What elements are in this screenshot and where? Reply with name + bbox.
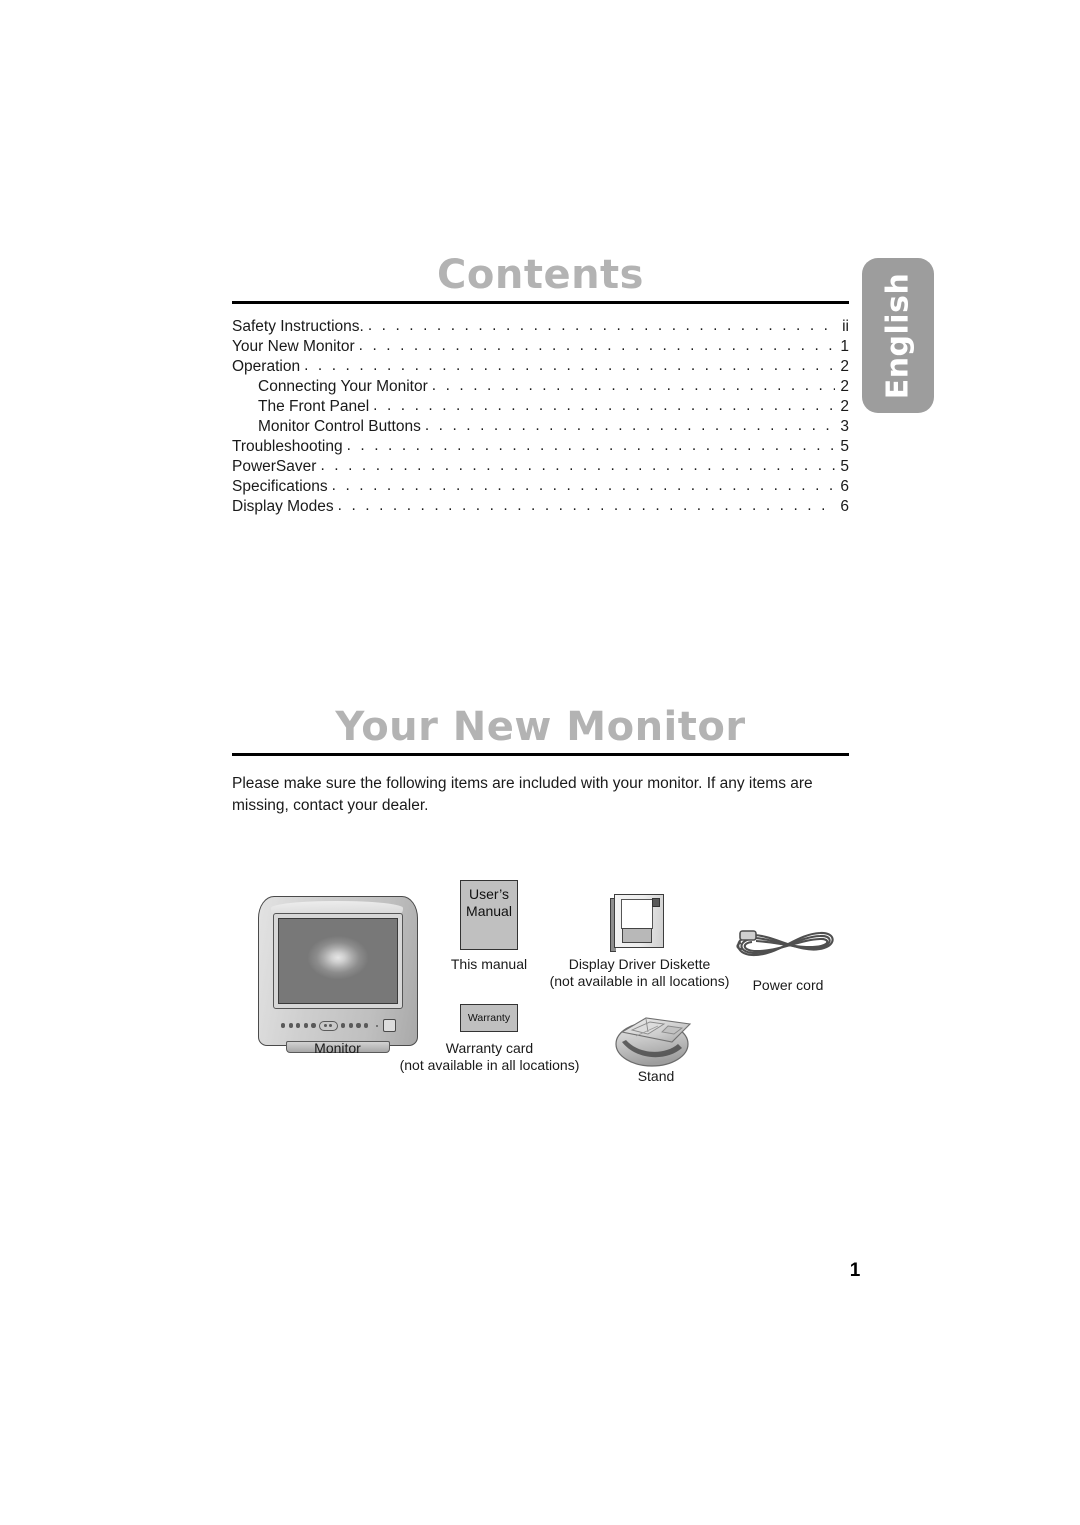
table-of-contents: Safety Instructions.. . . . . . . . . . … <box>232 317 849 517</box>
toc-entry-page-number: 6 <box>840 478 849 495</box>
control-button-dot <box>348 1023 354 1028</box>
toc-entry[interactable]: Connecting Your Monitor. . . . . . . . .… <box>232 377 849 397</box>
monitor-screen <box>278 918 398 1004</box>
toc-leader-dots: . . . . . . . . . . . . . . . . . . . . … <box>346 437 835 454</box>
toc-leader-dots: . . . . . . . . . . . . . . . . . . . . … <box>304 357 835 374</box>
caption-diskette-line-2: (not available in all locations) <box>549 973 730 989</box>
control-button-dot <box>356 1023 361 1028</box>
toc-leader-dots: . . . . . . . . . . . . . . . . . . . . … <box>337 497 835 514</box>
toc-entry-page-number: 2 <box>840 378 849 395</box>
caption-stand: Stand <box>637 1068 675 1084</box>
toc-entry-label: Monitor Control Buttons <box>258 418 421 435</box>
manual-page: English Contents Safety Instructions.. .… <box>0 0 1080 1525</box>
diskette-body <box>614 894 664 948</box>
manual-cover-line-2: Manual <box>466 903 512 919</box>
toc-entry[interactable]: PowerSaver. . . . . . . . . . . . . . . … <box>232 457 849 477</box>
toc-entry[interactable]: Specifications. . . . . . . . . . . . . … <box>232 477 849 497</box>
stand-illustration <box>602 1002 710 1076</box>
toc-leader-dots: . . . . . . . . . . . . . . . . . . . . … <box>320 457 835 474</box>
language-tab-label: English <box>880 272 916 399</box>
monitor-stand-icon <box>615 1017 692 1067</box>
toc-leader-dots: . . . . . . . . . . . . . . . . . . . . … <box>424 417 835 434</box>
diskette-write-protect-notch <box>652 898 660 907</box>
included-items-figure: Monitor User’s Manual This manual Warran… <box>232 872 852 1112</box>
monitor-control-buttons <box>281 1019 399 1032</box>
control-button-dot <box>311 1023 316 1028</box>
toc-entry-label: Troubleshooting <box>232 438 343 455</box>
caption-this-manual: This manual <box>450 956 528 972</box>
caption-diskette-line-1: Display Driver Diskette <box>568 956 711 972</box>
toc-entry-page-number: 2 <box>840 358 849 375</box>
control-separator-dot <box>375 1024 378 1027</box>
caption-warranty-line-2: (not available in all locations) <box>399 1057 580 1073</box>
warranty-card-illustration: Warranty <box>460 1004 518 1032</box>
diskette-shutter <box>622 928 652 943</box>
caption-warranty-line-1: Warranty card <box>445 1040 534 1056</box>
control-button-dot <box>303 1023 308 1028</box>
toc-leader-dots: . . . . . . . . . . . . . . . . . . . . … <box>373 397 835 414</box>
monitor-chassis <box>258 896 418 1046</box>
toc-entry-page-number: 6 <box>840 498 849 515</box>
toc-entry-page-number: 2 <box>840 398 849 415</box>
toc-entry-page-number: 3 <box>840 418 849 435</box>
power-button-icon <box>382 1019 396 1032</box>
users-manual-illustration: User’s Manual <box>460 880 518 950</box>
contents-heading-rule <box>232 301 849 304</box>
monitor-bezel <box>273 913 403 1009</box>
control-button-oval <box>318 1020 338 1031</box>
caption-warranty-card: Warranty card (not available in all loca… <box>397 1040 582 1074</box>
contents-heading: Contents <box>437 252 644 298</box>
intro-paragraph: Please make sure the following items are… <box>232 775 813 814</box>
your-new-monitor-heading-rule <box>232 753 849 756</box>
toc-entry-page-number: 5 <box>840 438 849 455</box>
toc-entry-page-number: 5 <box>840 458 849 475</box>
toc-entry[interactable]: Safety Instructions.. . . . . . . . . . … <box>232 317 849 337</box>
toc-entry-label: Safety Instructions. <box>232 318 364 335</box>
your-new-monitor-heading: Your New Monitor <box>335 704 746 750</box>
control-button-dot <box>288 1023 293 1028</box>
toc-entry[interactable]: Monitor Control Buttons. . . . . . . . .… <box>232 417 849 437</box>
toc-entry-label: The Front Panel <box>258 398 370 415</box>
toc-entry-label: Operation <box>232 358 301 375</box>
power-cord-icon <box>736 930 834 957</box>
caption-display-driver-diskette: Display Driver Diskette (not available i… <box>547 956 732 990</box>
toc-entry-label: Specifications <box>232 478 328 495</box>
toc-entry[interactable]: Troubleshooting. . . . . . . . . . . . .… <box>232 437 849 457</box>
toc-leader-dots: . . . . . . . . . . . . . . . . . . . . … <box>358 337 835 354</box>
power-cord-illustration <box>732 922 842 968</box>
page-number: 1 <box>849 1260 861 1281</box>
toc-entry-label: Connecting Your Monitor <box>258 378 428 395</box>
toc-entry[interactable]: The Front Panel. . . . . . . . . . . . .… <box>232 397 849 417</box>
control-button-dot <box>296 1023 301 1028</box>
control-button-dot <box>281 1023 286 1028</box>
warranty-card-label: Warranty <box>467 1012 511 1024</box>
caption-power-cord: Power cord <box>752 977 824 993</box>
toc-leader-dots: . . . . . . . . . . . . . . . . . . . . … <box>367 317 835 334</box>
toc-entry-page-number: 1 <box>840 338 849 355</box>
toc-entry[interactable]: Operation. . . . . . . . . . . . . . . .… <box>232 357 849 377</box>
manual-cover-line-1: User’s <box>469 886 509 902</box>
toc-entry[interactable]: Your New Monitor. . . . . . . . . . . . … <box>232 337 849 357</box>
toc-entry-label: PowerSaver <box>232 458 317 475</box>
toc-leader-dots: . . . . . . . . . . . . . . . . . . . . … <box>331 477 835 494</box>
monitor-illustration <box>252 896 422 1062</box>
control-button-dot <box>364 1023 369 1028</box>
floppy-diskette-icon <box>610 894 666 952</box>
toc-leader-dots: . . . . . . . . . . . . . . . . . . . . … <box>431 377 835 394</box>
power-plug <box>739 930 757 941</box>
toc-entry-page-number: ii <box>842 318 849 335</box>
language-tab-english: English <box>862 258 934 413</box>
toc-entry-label: Your New Monitor <box>232 338 355 355</box>
diskette-label-area <box>621 899 653 929</box>
toc-entry[interactable]: Display Modes. . . . . . . . . . . . . .… <box>232 497 849 517</box>
control-button-dot <box>341 1023 346 1028</box>
toc-entry-label: Display Modes <box>232 498 334 515</box>
